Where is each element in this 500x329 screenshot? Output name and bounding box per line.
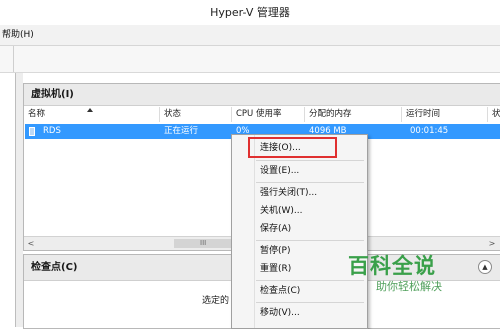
menu-item-shut-down[interactable]: 关机(W)... [260,202,303,220]
vm-panel-header: 虚拟机(I) [24,84,500,106]
column-header-cpu[interactable]: CPU 使用率 [232,107,305,122]
menu-help[interactable]: 帮助(H) [0,25,34,45]
menu-icon-gutter [254,135,255,328]
vm-status: 正在运行 [164,126,199,136]
column-header-uptime[interactable]: 运行时间 [402,107,488,122]
watermark-title: 百科全说 [348,254,436,278]
column-header-more[interactable]: 状 [488,107,500,122]
scroll-grip-icon: III [200,239,207,247]
menu-item-reset[interactable]: 重置(R) [260,260,291,278]
checkpoints-panel-title: 检查点(C) [31,262,78,273]
menu-separator [256,160,364,161]
menu-item-move[interactable]: 移动(V)... [260,304,300,322]
vm-icon [29,127,35,136]
menu-separator [256,182,364,183]
collapse-icon[interactable]: ▲ [478,260,492,274]
vm-uptime: 00:01:45 [410,126,449,136]
window-title: Hyper-V 管理器 [210,6,290,19]
scroll-left-icon[interactable]: < [26,237,36,250]
sort-ascending-icon [87,108,93,112]
scroll-right-icon[interactable]: > [487,237,497,250]
watermark: 百科全说 助你轻松解决 [348,248,474,300]
menu-separator [256,302,364,303]
title-bar: Hyper-V 管理器 [0,0,500,25]
menu-item-pause[interactable]: 暂停(P) [260,242,290,260]
checkpoints-placeholder-text: 选定的 [202,296,230,306]
navigation-pane[interactable] [0,73,16,327]
menu-item-checkpoint[interactable]: 检查点(C) [260,282,300,300]
vm-name: RDS [43,126,61,136]
column-header-status[interactable]: 状态 [160,107,232,122]
menu-separator [256,240,364,241]
toolbar-divider [13,46,14,72]
vm-panel-title: 虚拟机(I) [31,89,74,100]
menu-bar: 帮助(H) [0,25,500,46]
pane-splitter[interactable] [16,73,23,327]
menu-item-save[interactable]: 保存(A) [260,220,291,238]
column-header-memory[interactable]: 分配的内存 [305,107,402,122]
menu-item-turn-off[interactable]: 强行关闭(T)... [260,184,317,202]
highlight-box [248,137,337,158]
toolbar [0,46,500,73]
menu-item-settings[interactable]: 设置(E)... [260,162,299,180]
watermark-subtitle: 助你轻松解决 [376,280,442,293]
